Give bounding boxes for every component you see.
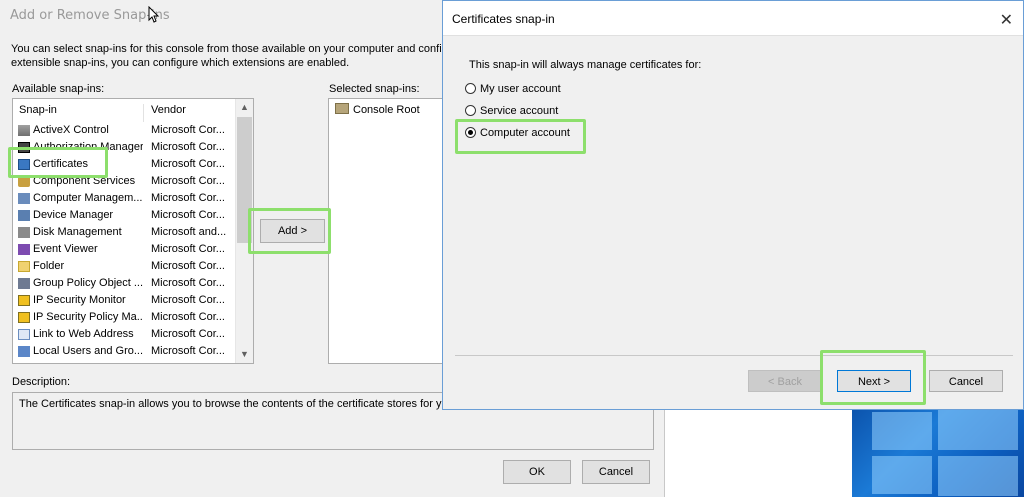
next-button[interactable]: Next >: [837, 370, 911, 392]
radio-service-account[interactable]: Service account: [465, 103, 558, 119]
available-snapins-label: Available snap-ins:: [12, 83, 105, 95]
list-item[interactable]: Event Viewer Microsoft Cor...: [13, 241, 235, 258]
selected-snapins-list[interactable]: Console Root: [328, 98, 450, 364]
computer-management-icon: [18, 193, 30, 204]
divider: [443, 35, 1023, 36]
cancel-button[interactable]: Cancel: [582, 460, 650, 484]
list-item[interactable]: Authorization Manager Microsoft Cor...: [13, 139, 235, 156]
dialog-title: Add or Remove Snap-ins: [10, 8, 170, 23]
list-item[interactable]: Computer Managem... Microsoft Cor...: [13, 190, 235, 207]
radio-button[interactable]: [465, 83, 476, 94]
snapin-rows: ActiveX Control Microsoft Cor... Authoriz…: [13, 122, 235, 360]
list-item[interactable]: IP Security Policy Ma... Microsoft Cor...: [13, 309, 235, 326]
certificates-snapin-dialog: Certificates snap-in ✕ This snap-in will…: [442, 0, 1024, 410]
local-users-icon: [18, 346, 30, 357]
group-policy-icon: [18, 278, 30, 289]
column-header-vendor[interactable]: Vendor: [151, 104, 186, 116]
certificate-icon: [18, 159, 30, 170]
list-item[interactable]: Group Policy Object ... Microsoft Cor...: [13, 275, 235, 292]
list-item[interactable]: Disk Management Microsoft and...: [13, 224, 235, 241]
list-item[interactable]: Device Manager Microsoft Cor...: [13, 207, 235, 224]
chevron-down-icon[interactable]: ▼: [236, 346, 253, 363]
title-bar: Certificates snap-in ✕: [443, 1, 1023, 35]
windows-logo-wallpaper: [852, 398, 1024, 497]
activex-icon: [18, 125, 30, 136]
list-item-console-root[interactable]: Console Root: [335, 103, 420, 116]
intro-line-2: extensible snap-ins, you can configure w…: [11, 57, 350, 69]
column-separator[interactable]: [143, 104, 144, 122]
list-item-certificates[interactable]: Certificates Microsoft Cor...: [13, 156, 235, 173]
vertical-scrollbar[interactable]: ▲ ▼: [235, 99, 253, 363]
chevron-up-icon[interactable]: ▲: [236, 99, 253, 116]
authorization-icon: [18, 142, 30, 153]
component-services-icon: [18, 176, 30, 187]
intro-line-1: You can select snap-ins for this console…: [11, 43, 441, 55]
add-button[interactable]: Add >: [260, 219, 325, 243]
radio-my-user-account[interactable]: My user account: [465, 81, 561, 97]
list-header: Snap-in Vendor: [13, 99, 235, 122]
radio-computer-account[interactable]: Computer account: [465, 125, 570, 141]
scrollbar-thumb[interactable]: [237, 117, 252, 243]
close-icon[interactable]: ✕: [1000, 10, 1013, 30]
list-item[interactable]: ActiveX Control Microsoft Cor...: [13, 122, 235, 139]
radio-button-selected[interactable]: [465, 127, 476, 138]
list-item[interactable]: Folder Microsoft Cor...: [13, 258, 235, 275]
disk-icon: [18, 227, 30, 238]
folder-icon: [335, 103, 349, 114]
back-button[interactable]: < Back: [748, 370, 822, 392]
list-item[interactable]: IP Security Monitor Microsoft Cor...: [13, 292, 235, 309]
intro-text: You can select snap-ins for this console…: [11, 42, 441, 70]
device-manager-icon: [18, 210, 30, 221]
ok-button[interactable]: OK: [503, 460, 571, 484]
divider: [455, 355, 1013, 356]
available-snapins-list[interactable]: Snap-in Vendor ActiveX Control Microsoft …: [12, 98, 254, 364]
mouse-cursor-icon: [148, 6, 160, 23]
selected-snapins-label: Selected snap-ins:: [329, 83, 420, 95]
description-label: Description:: [12, 376, 71, 388]
manage-prompt: This snap-in will always manage certific…: [469, 59, 702, 71]
cancel-button[interactable]: Cancel: [929, 370, 1003, 392]
ip-security-policy-icon: [18, 312, 30, 323]
column-header-snapin[interactable]: Snap-in: [19, 104, 57, 116]
ip-security-icon: [18, 295, 30, 306]
event-viewer-icon: [18, 244, 30, 255]
list-item[interactable]: Link to Web Address Microsoft Cor...: [13, 326, 235, 343]
list-item[interactable]: Component Services Microsoft Cor...: [13, 173, 235, 190]
folder-icon: [18, 261, 30, 272]
radio-button[interactable]: [465, 105, 476, 116]
link-icon: [18, 329, 30, 340]
list-item[interactable]: Local Users and Gro... Microsoft Cor...: [13, 343, 235, 360]
dialog-title: Certificates snap-in: [452, 12, 555, 26]
